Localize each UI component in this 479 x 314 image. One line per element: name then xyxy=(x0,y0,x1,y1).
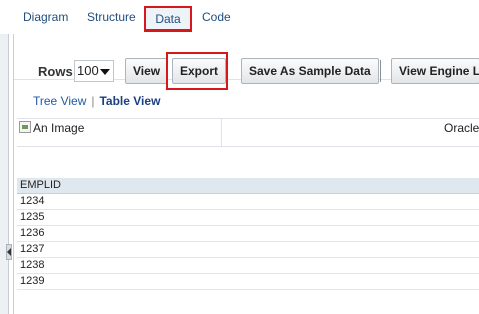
tab-structure[interactable]: Structure xyxy=(87,0,136,34)
table-cell: 1238 xyxy=(17,257,479,274)
table-header-row: EMPLID xyxy=(17,178,479,194)
view-switch: Tree View | Table View xyxy=(33,94,160,108)
tab-strip: Diagram Structure Data Code xyxy=(0,0,479,34)
tab-code[interactable]: Code xyxy=(202,0,231,34)
blank-row xyxy=(17,146,479,176)
image-alt-text: An Image xyxy=(33,121,85,135)
table-cell: 1237 xyxy=(17,241,479,258)
table-cell: 1239 xyxy=(17,273,479,290)
table-row: 1238 xyxy=(17,257,479,274)
table-cell: 1234 xyxy=(17,193,479,210)
tree-view-link[interactable]: Tree View xyxy=(33,94,86,108)
tab-diagram[interactable]: Diagram xyxy=(23,0,68,34)
column-header-emplid: EMPLID xyxy=(17,178,479,194)
toolbar: Rows 100 View Export Save As Sample Data… xyxy=(14,42,479,90)
tab-data[interactable]: Data xyxy=(144,6,192,32)
data-table: EMPLID 1234 1235 1236 1237 1238 1239 xyxy=(17,178,479,290)
toolbar-divider xyxy=(380,60,381,82)
export-button[interactable]: Export xyxy=(172,58,227,84)
collapse-arrow-icon xyxy=(7,248,11,256)
table-cell: 1235 xyxy=(17,209,479,226)
table-row: 1236 xyxy=(17,225,479,242)
table-row: 1239 xyxy=(17,273,479,290)
image-cell: An Image xyxy=(17,119,222,147)
dropdown-caret-icon xyxy=(100,69,110,75)
table-row: 1235 xyxy=(17,209,479,226)
table-row: 1234 xyxy=(17,193,479,210)
view-button[interactable]: View xyxy=(125,58,169,84)
view-engine-log-button[interactable]: View Engine L xyxy=(391,58,479,84)
left-frame xyxy=(0,34,9,314)
image-row: An Image Oracle xyxy=(17,118,479,147)
table-cell: 1236 xyxy=(17,225,479,242)
rows-label: Rows xyxy=(38,64,73,79)
save-as-sample-data-button[interactable]: Save As Sample Data xyxy=(241,58,379,84)
table-row: 1237 xyxy=(17,241,479,258)
table-view-link[interactable]: Table View xyxy=(99,94,160,108)
rows-value: 100 xyxy=(77,63,99,78)
header-text: Oracle xyxy=(444,121,479,135)
rows-select[interactable]: 100 xyxy=(74,60,114,82)
data-panel: Rows 100 View Export Save As Sample Data… xyxy=(13,34,479,314)
view-separator: | xyxy=(91,94,95,108)
broken-image-icon xyxy=(19,121,31,133)
collapse-handle[interactable] xyxy=(6,244,12,260)
